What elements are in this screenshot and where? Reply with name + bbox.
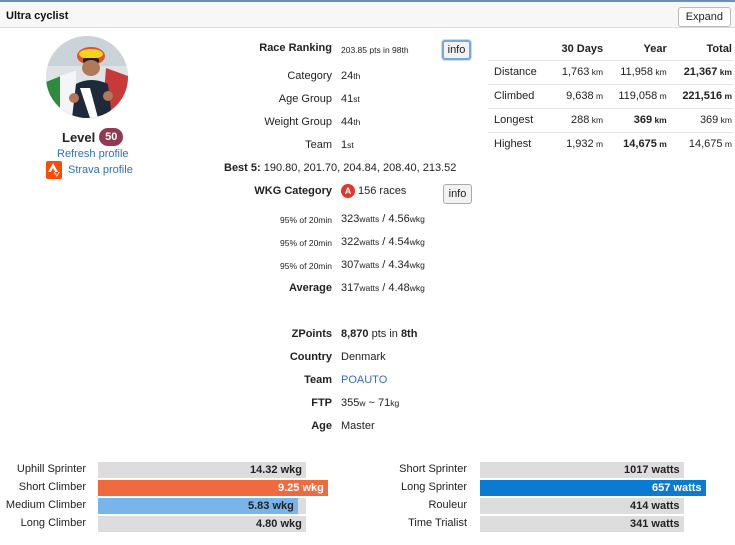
panel-header: Ultra cyclist Expand	[0, 0, 735, 28]
stats-total-value: 369 km	[668, 107, 734, 132]
stats-year-value: 11,958 km	[605, 59, 669, 84]
wkg-row-2-label: 95% of 20min	[280, 238, 332, 248]
team-rank-value: 1st	[341, 139, 354, 151]
wkg-category-value: A 156 races	[341, 184, 406, 198]
stats-year-value: 119,058 m	[605, 83, 669, 108]
stats-year-value: 14,675 m	[605, 131, 669, 156]
age-group-label: Age Group	[278, 93, 332, 105]
level-label: Level	[62, 129, 96, 145]
race-ranking-info-button[interactable]: info	[442, 40, 471, 60]
weight-group-label: Weight Group	[264, 116, 332, 128]
rider-type-label: Time Trialist	[408, 517, 467, 529]
wkg-row-1-label: 95% of 20min	[280, 215, 332, 225]
stats-30days-value: 9,638 m	[549, 83, 606, 108]
wkg-info-button[interactable]: info	[443, 184, 472, 204]
best5-label: Best 5:	[224, 162, 261, 174]
stats-header-30days: 30 Days	[549, 38, 606, 61]
stats-row-highest: Highest 1,932 m 14,675 m 14,675 m	[488, 131, 734, 156]
strava-profile-link[interactable]: Strava profile	[46, 161, 133, 179]
rider-type-bar: 341 watts	[480, 516, 684, 532]
wkg-average-value: 317watts / 4.48wkg	[341, 282, 425, 294]
wkg-row-3-label: 95% of 20min	[280, 261, 332, 271]
rider-type-value: 657 watts	[652, 482, 702, 494]
zpoints-value: 8,870 pts in 8th	[341, 328, 418, 340]
rider-type-row: Short Sprinter 1017 watts	[0, 462, 735, 478]
stats-row-label: Highest	[488, 131, 550, 156]
stats-year-value: 369 km	[605, 107, 669, 132]
stats-row-distance: Distance 1,763 km 11,958 km 21,367 km	[488, 59, 734, 84]
age-value: Master	[341, 420, 375, 432]
stats-row-climbed: Climbed 9,638 m 119,058 m 221,516 m	[488, 83, 734, 108]
level-badge: 50	[99, 128, 124, 146]
ftp-value: 355w ~ 71kg	[341, 397, 400, 409]
stats-total-value: 221,516 m	[668, 83, 734, 108]
refresh-profile-link[interactable]: Refresh profile	[57, 148, 129, 160]
wkg-row-2-value: 322watts / 4.54wkg	[341, 236, 425, 248]
team-link[interactable]: POAUTO	[341, 374, 387, 386]
rider-type-bar: 1017 watts	[480, 462, 684, 478]
stats-row-label: Longest	[488, 107, 550, 132]
category-value: 24th	[341, 70, 361, 82]
stats-30days-value: 1,932 m	[549, 131, 606, 156]
rider-type-label: Rouleur	[428, 499, 467, 511]
avatar	[46, 36, 128, 118]
wkg-row-1-value: 323watts / 4.56wkg	[341, 213, 425, 225]
age-label: Age	[311, 420, 332, 432]
rider-type-label: Short Sprinter	[399, 463, 467, 475]
age-group-value: 41st	[341, 93, 360, 105]
wkg-average-label: Average	[288, 282, 332, 294]
rider-type-label: Long Sprinter	[400, 481, 467, 493]
weight-group-value: 44th	[341, 116, 361, 128]
country-value: Denmark	[341, 351, 386, 363]
stats-row-label: Climbed	[488, 83, 550, 108]
best5-row: Best 5: 190.80, 201.70, 204.84, 208.40, …	[224, 162, 456, 174]
rider-type-row: Long Sprinter 657 watts	[0, 480, 735, 496]
rider-type-row: Rouleur 414 watts	[0, 498, 735, 514]
stats-30days-value: 288 km	[549, 107, 606, 132]
cyclist-avatar-icon	[46, 36, 128, 118]
rider-type-value: 1017 watts	[624, 464, 680, 476]
ftp-label: FTP	[311, 397, 332, 409]
stats-header-row: 30 Days Year Total	[488, 38, 734, 61]
race-ranking-value: 203.85 pts in 98th	[341, 45, 409, 55]
wkg-row-3-value: 307watts / 4.34wkg	[341, 259, 425, 271]
race-ranking-label: Race Ranking	[259, 42, 332, 54]
strava-icon	[46, 161, 62, 179]
rider-type-value: 414 watts	[630, 500, 680, 512]
ride-stats-table: 30 Days Year Total Distance 1,763 km 11,95…	[488, 38, 734, 156]
zpoints-label: ZPoints	[291, 328, 332, 340]
level-display: Level 50	[62, 128, 124, 146]
stats-header-total: Total	[668, 38, 734, 61]
team-rank-label: Team	[305, 139, 332, 151]
category-a-badge: A	[341, 184, 355, 198]
stats-row-longest: Longest 288 km 369 km 369 km	[488, 107, 734, 132]
strava-profile-label: Strava profile	[68, 164, 133, 176]
best5-value: 190.80, 201.70, 204.84, 208.40, 213.52	[260, 162, 457, 174]
team-label: Team	[304, 374, 332, 386]
stats-total-value: 14,675 m	[668, 131, 734, 156]
category-label: Category	[287, 70, 332, 82]
stats-total-value: 21,367 km	[668, 59, 734, 84]
rider-type-value: 341 watts	[630, 518, 680, 530]
panel-title: Ultra cyclist	[6, 10, 69, 22]
rider-type-bar: 657 watts	[480, 480, 706, 496]
stats-header-blank	[488, 38, 550, 61]
expand-button[interactable]: Expand	[677, 7, 731, 27]
stats-header-year: Year	[605, 38, 669, 61]
country-label: Country	[289, 351, 332, 363]
rider-type-row: Time Trialist 341 watts	[0, 516, 735, 532]
wkg-category-label: WKG Category	[254, 185, 332, 197]
stats-30days-value: 1,763 km	[549, 59, 606, 84]
rider-type-bar: 414 watts	[480, 498, 684, 514]
stats-row-label: Distance	[488, 59, 550, 84]
